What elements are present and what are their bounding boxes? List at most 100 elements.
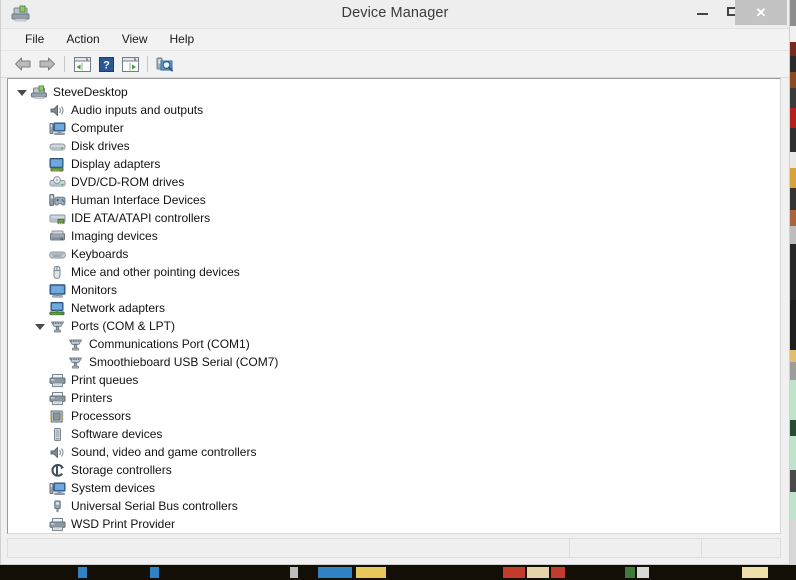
device-tree-pane[interactable]: SteveDesktop Audio inputs and outputs Com… — [7, 78, 781, 534]
imaging-device-icon — [48, 228, 66, 244]
printer-icon — [48, 372, 66, 388]
tree-node-label: Communications Port (COM1) — [89, 337, 250, 351]
expander-expanded-icon[interactable] — [32, 317, 48, 335]
tree-node[interactable]: Computer — [8, 119, 780, 137]
tree-node[interactable]: Processors — [8, 407, 780, 425]
expander-collapsed-icon[interactable] — [32, 119, 48, 137]
expander-collapsed-icon[interactable] — [32, 173, 48, 191]
tree-node[interactable]: Communications Port (COM1) — [8, 335, 780, 353]
tree-node[interactable]: Storage controllers — [8, 461, 780, 479]
menu-help[interactable]: Help — [159, 30, 206, 49]
taskbar-icon-4[interactable] — [318, 567, 352, 578]
tree-node[interactable]: Network adapters — [8, 299, 780, 317]
expander-collapsed-icon[interactable] — [32, 407, 48, 425]
tree-root-node[interactable]: SteveDesktop — [8, 83, 780, 101]
tree-node[interactable]: Ports (COM & LPT) — [8, 317, 780, 335]
window-title: Device Manager — [341, 5, 449, 21]
tree-node[interactable]: Imaging devices — [8, 227, 780, 245]
back-button[interactable] — [11, 53, 35, 75]
toolbar: ? — [1, 51, 789, 78]
menu-view[interactable]: View — [111, 30, 159, 49]
printer-icon — [48, 516, 66, 532]
close-button[interactable]: ✕ — [735, 0, 787, 25]
tree-node-label: Print queues — [71, 373, 139, 387]
expander-collapsed-icon[interactable] — [32, 245, 48, 263]
computer-icon — [48, 480, 66, 496]
tree-node[interactable]: Monitors — [8, 281, 780, 299]
tree-node[interactable]: Print queues — [8, 371, 780, 389]
taskbar-icon-9[interactable] — [625, 567, 635, 578]
taskbar-icon-5[interactable] — [356, 567, 386, 578]
tree-node[interactable]: Disk drives — [8, 137, 780, 155]
tree-node[interactable]: Keyboards — [8, 245, 780, 263]
tree-node[interactable]: Sound, video and game controllers — [8, 443, 780, 461]
tree-node[interactable]: Printers — [8, 389, 780, 407]
taskbar-icon-2[interactable] — [150, 567, 159, 578]
expander-collapsed-icon[interactable] — [32, 425, 48, 443]
usb-icon — [48, 498, 66, 514]
taskbar-icon-8[interactable] — [551, 567, 565, 578]
tree-node[interactable]: Audio inputs and outputs — [8, 101, 780, 119]
tree-node-label: Monitors — [71, 283, 118, 297]
toolbar-separator-2 — [147, 56, 148, 72]
disk-drive-icon — [48, 138, 66, 154]
taskbar-icon-6[interactable] — [503, 567, 525, 578]
tree-node-label: Mice and other pointing devices — [71, 265, 240, 279]
expander-collapsed-icon[interactable] — [32, 497, 48, 515]
tree-node[interactable]: DVD/CD-ROM drives — [8, 173, 780, 191]
status-panel-message — [8, 539, 570, 557]
tree-node[interactable]: Mice and other pointing devices — [8, 263, 780, 281]
show-hide-console-tree-button[interactable] — [70, 53, 94, 75]
expander-collapsed-icon[interactable] — [32, 443, 48, 461]
tree-node-label: WSD Print Provider — [71, 517, 176, 531]
monitor-icon — [48, 282, 66, 298]
keyboard-icon — [48, 246, 66, 262]
port-icon — [48, 318, 66, 334]
tree-node-label: Sound, video and game controllers — [71, 445, 257, 459]
tree-node-label: Processors — [71, 409, 132, 423]
scan-for-hardware-changes-button[interactable] — [153, 53, 177, 75]
expander-collapsed-icon[interactable] — [32, 461, 48, 479]
svg-text:?: ? — [103, 59, 110, 71]
expander-collapsed-icon[interactable] — [32, 137, 48, 155]
menu-file[interactable]: File — [14, 30, 55, 49]
tree-node[interactable]: WSD Print Provider — [8, 515, 780, 533]
taskbar-icon-3[interactable] — [290, 567, 298, 578]
tree-node[interactable]: Software devices — [8, 425, 780, 443]
tree-node[interactable]: Human Interface Devices — [8, 191, 780, 209]
software-device-icon — [48, 426, 66, 442]
help-button[interactable]: ? — [94, 53, 118, 75]
tree-node[interactable]: Smoothieboard USB Serial (COM7) — [8, 353, 780, 371]
expander-collapsed-icon[interactable] — [32, 155, 48, 173]
forward-button[interactable] — [35, 53, 59, 75]
expander-collapsed-icon[interactable] — [32, 101, 48, 119]
expander-collapsed-icon[interactable] — [32, 263, 48, 281]
expander-collapsed-icon[interactable] — [32, 209, 48, 227]
taskbar[interactable] — [0, 565, 796, 580]
properties-button[interactable] — [118, 53, 142, 75]
taskbar-icon-7[interactable] — [527, 567, 549, 578]
expander-expanded-icon[interactable] — [14, 83, 30, 101]
tree-node-list: Audio inputs and outputs Computer Disk dri… — [8, 101, 780, 533]
expander-collapsed-icon[interactable] — [32, 371, 48, 389]
taskbar-icon-11[interactable] — [742, 567, 768, 578]
taskbar-icon-10[interactable] — [637, 567, 649, 578]
menu-action[interactable]: Action — [55, 30, 110, 49]
expander-collapsed-icon[interactable] — [32, 479, 48, 497]
expander-collapsed-icon[interactable] — [32, 281, 48, 299]
status-bar — [7, 538, 781, 558]
expander-collapsed-icon[interactable] — [32, 227, 48, 245]
expander-collapsed-icon[interactable] — [32, 389, 48, 407]
taskbar-icon-1[interactable] — [78, 567, 87, 578]
expander-collapsed-icon[interactable] — [32, 191, 48, 209]
tree-node[interactable]: Display adapters — [8, 155, 780, 173]
tree-node[interactable]: IDE ATA/ATAPI controllers — [8, 209, 780, 227]
tree-node-label: Universal Serial Bus controllers — [71, 499, 238, 513]
tree-node-label: DVD/CD-ROM drives — [71, 175, 185, 189]
tree-node[interactable]: Universal Serial Bus controllers — [8, 497, 780, 515]
minimize-button[interactable] — [687, 0, 717, 22]
expander-collapsed-icon[interactable] — [32, 299, 48, 317]
status-panel-tertiary — [702, 539, 780, 557]
tree-node[interactable]: System devices — [8, 479, 780, 497]
expander-collapsed-icon[interactable] — [32, 515, 48, 533]
